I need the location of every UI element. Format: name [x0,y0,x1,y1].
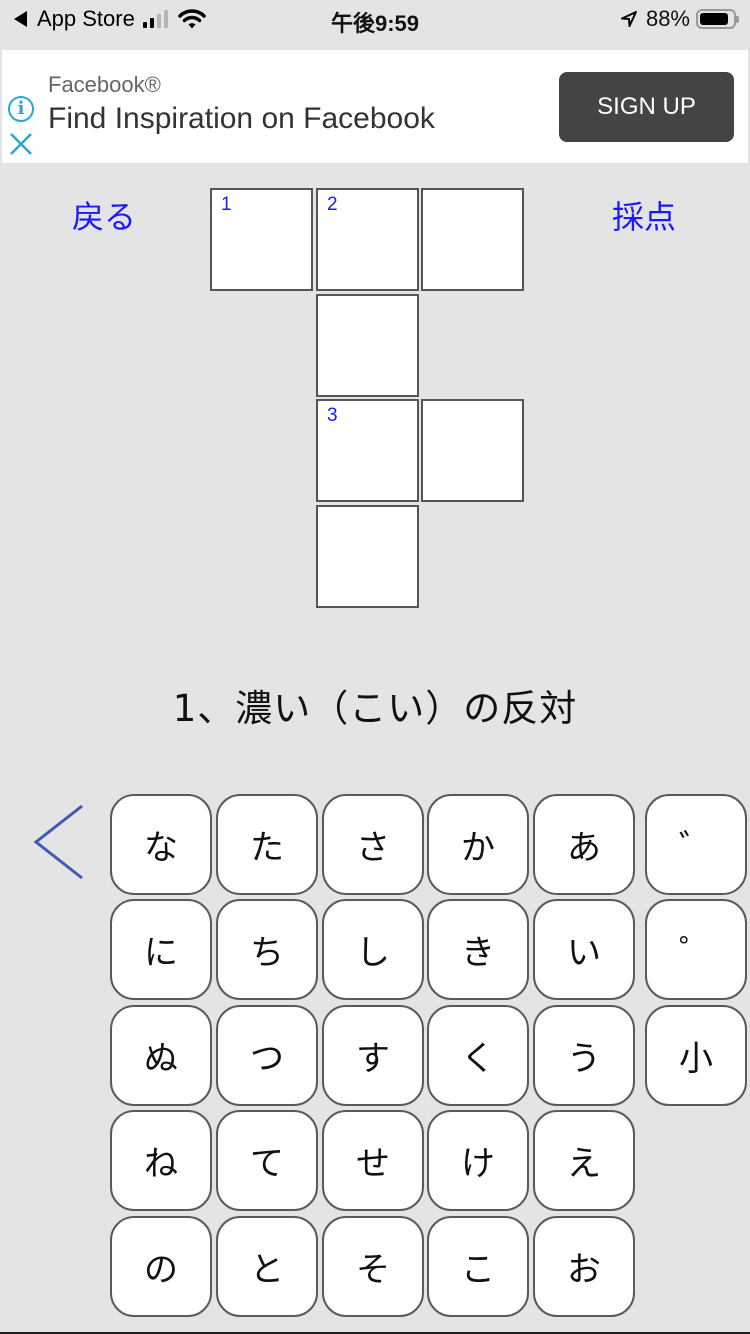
status-right: 88% [620,6,739,32]
kana-key[interactable]: か [427,794,529,895]
modifier-key[interactable]: ゜ [645,899,747,1000]
crossword-cell[interactable] [316,294,419,397]
sign-up-button[interactable]: SIGN UP [559,72,734,142]
crossword-cell[interactable] [421,399,524,502]
ad-headline[interactable]: Find Inspiration on Facebook [48,102,435,136]
kana-key[interactable]: す [322,1005,424,1106]
cell-value [423,401,522,500]
kana-key[interactable]: さ [322,794,424,895]
kana-key[interactable]: ち [216,899,318,1000]
kana-key[interactable]: そ [322,1216,424,1317]
kana-key[interactable]: え [533,1110,635,1211]
cell-value [318,190,417,289]
kana-key[interactable]: た [216,794,318,895]
crossword-cell[interactable]: 1 [210,188,313,291]
status-bar: App Store 午後9:59 88% [0,0,750,42]
cell-value [212,190,311,289]
crossword-cell[interactable]: 2 [316,188,419,291]
cell-value [318,507,417,606]
kana-key[interactable]: う [533,1005,635,1106]
kana-key[interactable]: な [110,794,212,895]
modifier-key[interactable]: 小 [645,1005,747,1106]
kana-key[interactable]: ね [110,1110,212,1211]
kana-key[interactable]: の [110,1216,212,1317]
battery-icon [696,9,739,29]
kana-key[interactable]: く [427,1005,529,1106]
close-icon[interactable] [8,130,34,158]
location-arrow-icon [620,11,637,27]
chevron-left-icon[interactable] [30,803,86,881]
modifier-key[interactable]: ゛ [645,794,747,895]
kana-key[interactable]: に [110,899,212,1000]
crossword-cell[interactable] [421,188,524,291]
kana-key[interactable]: い [533,899,635,1000]
ad-banner[interactable]: i Facebook® Find Inspiration on Facebook… [2,50,748,163]
kana-key[interactable]: け [427,1110,529,1211]
kana-key[interactable]: せ [322,1110,424,1211]
kana-key[interactable]: お [533,1216,635,1317]
kana-key[interactable]: て [216,1110,318,1211]
ad-brand: Facebook® [48,72,161,97]
kana-key[interactable]: し [322,899,424,1000]
crossword-cell[interactable] [316,505,419,608]
kana-key[interactable]: き [427,899,529,1000]
kana-key[interactable]: ぬ [110,1005,212,1106]
cell-value [318,401,417,500]
kana-key[interactable]: と [216,1216,318,1317]
kana-key[interactable]: あ [533,794,635,895]
kana-key[interactable]: こ [427,1216,529,1317]
crossword-cell[interactable]: 3 [316,399,419,502]
clue-text: 1、濃い（こい）の反対 [172,687,578,730]
battery-fill [700,13,729,25]
battery-percent: 88% [645,6,690,31]
info-icon[interactable]: i [8,96,34,122]
grade-button[interactable]: 採点 [612,192,676,238]
cell-value [318,296,417,395]
cell-value [423,190,522,289]
back-button[interactable]: 戻る [72,192,136,238]
kana-key[interactable]: つ [216,1005,318,1106]
